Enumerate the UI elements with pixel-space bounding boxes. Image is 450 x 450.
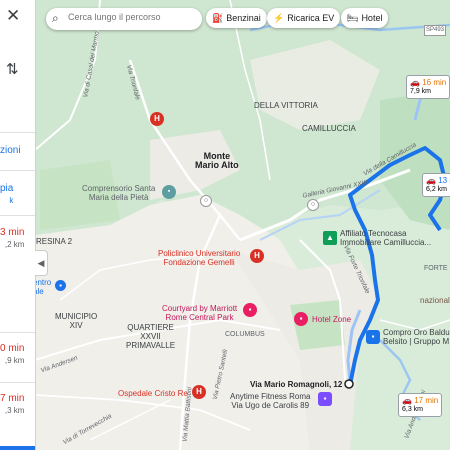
chip-benzinai[interactable]: ⛽ Benzinai xyxy=(206,8,267,28)
route-option-dist: k xyxy=(9,196,14,205)
close-icon[interactable]: ✕ xyxy=(6,6,20,26)
directions-panel: ✕ ⇅ zioni pia k 3 min ,2 km 0 min ,9 km … xyxy=(0,0,36,450)
divider xyxy=(0,132,35,133)
route-option[interactable]: 3 min ,2 km xyxy=(0,226,24,251)
car-icon: 🚗 xyxy=(410,78,420,87)
hospital-icon[interactable]: H xyxy=(192,385,206,399)
car-icon: 🚗 xyxy=(402,396,412,405)
route-option-dist: ,3 km xyxy=(4,406,25,415)
label-camilluccia: CAMILLUCCIA xyxy=(302,124,356,133)
hotel-pin-icon[interactable]: ▪ xyxy=(243,303,257,317)
hospital-icon[interactable]: H xyxy=(150,112,164,126)
label-municipio: MUNICIPIO XIV xyxy=(55,312,98,330)
shop-icon[interactable]: ▪ xyxy=(366,330,380,344)
route-option[interactable]: 0 min ,9 km xyxy=(0,342,24,367)
chip-label: Benzinai xyxy=(226,13,261,23)
transit-icon[interactable]: ○ xyxy=(200,195,212,207)
label-sp493: SP493 xyxy=(424,25,447,36)
label-forte: FORTE ITI xyxy=(424,265,450,272)
origin-marker xyxy=(344,379,354,389)
divider xyxy=(0,332,35,333)
chip-label: Ricarica EV xyxy=(287,13,335,23)
label-della-vittoria: DELLA VITTORIA xyxy=(254,101,318,110)
divider xyxy=(0,170,35,171)
realestate-icon[interactable]: ▲ xyxy=(323,231,337,245)
route-distance: 6,3 km xyxy=(402,406,424,413)
fitness-icon[interactable]: ▪ xyxy=(318,392,332,406)
search-icon: ⌕ xyxy=(52,11,59,25)
directions-link[interactable]: zioni xyxy=(0,145,21,156)
route-time-box[interactable]: 🚗 16 min 7,9 km xyxy=(406,75,450,99)
label-hotel-zone: Hotel Zone xyxy=(312,315,352,324)
label-affiliato: Affiliato Tecnocasa Immobiliare Camilluc… xyxy=(340,229,432,247)
landmark-icon[interactable]: ▪ xyxy=(162,185,176,199)
label-monte-mario: Monte Mario Alto xyxy=(195,151,239,170)
swap-icon[interactable]: ⇅ xyxy=(6,60,19,78)
label-nazionale: nazionale xyxy=(420,296,450,305)
label-ospedale: Ospedale Cristo Re xyxy=(118,389,188,398)
search-along-route[interactable]: ⌕ xyxy=(46,8,202,30)
park-icon[interactable]: ▪ xyxy=(55,280,66,291)
panel-bottom-bar xyxy=(0,446,35,450)
gas-station-icon: ⛽ xyxy=(212,13,224,23)
route-time-box[interactable]: 🚗 13 m 6,2 km xyxy=(422,173,450,197)
label-via-mario: Via Mario Romagnoli, 12 xyxy=(250,380,343,389)
label-columbus: COLUMBUS xyxy=(225,331,265,338)
transit-icon[interactable]: ○ xyxy=(307,199,319,211)
route-time: 🚗 17 min xyxy=(402,396,439,405)
route-time: 🚗 13 m xyxy=(426,176,450,185)
route-time: 🚗 16 min xyxy=(410,78,447,87)
route-distance: 7,9 km xyxy=(410,88,432,95)
hotel-pin-icon[interactable]: ▪ xyxy=(294,312,308,326)
label-policlinico: Policlinico Universitario Fondazione Gem… xyxy=(158,249,241,267)
chip-ricarica-ev[interactable]: ⚡ Ricarica EV xyxy=(267,8,341,28)
route-option[interactable]: pia k xyxy=(0,182,13,207)
label-compro-oro: Compro Oro Baldu Belsito | Gruppo M xyxy=(383,328,450,346)
hotel-icon: 🛏 xyxy=(347,13,359,23)
chip-hotel[interactable]: 🛏 Hotel xyxy=(341,8,389,28)
hospital-icon[interactable]: H xyxy=(250,249,264,263)
route-time-box[interactable]: 🚗 17 min 6,3 km xyxy=(398,393,443,417)
route-option[interactable]: 7 min ,3 km xyxy=(0,392,24,417)
ev-charger-icon: ⚡ xyxy=(273,13,285,23)
label-quartiere: QUARTIERE XXVII PRIMAVALLE xyxy=(126,323,176,350)
route-option-dist: ,9 km xyxy=(4,356,25,365)
collapse-panel-button[interactable]: ◀ xyxy=(35,250,48,276)
chip-label: Hotel xyxy=(361,13,383,23)
route-option-time: 3 min xyxy=(0,227,25,238)
car-icon: 🚗 xyxy=(426,176,436,185)
route-option-time: 0 min xyxy=(0,343,25,354)
label-anytime: Anytime Fitness Roma Via Ugo de Carolis … xyxy=(230,392,311,410)
map-canvas[interactable] xyxy=(0,0,450,450)
divider xyxy=(0,382,35,383)
label-courtyard: Courtyard by Marriott Rome Central Park xyxy=(162,304,238,322)
chevron-left-icon: ◀ xyxy=(37,258,45,268)
route-option-dist: ,2 km xyxy=(4,240,25,249)
search-input[interactable] xyxy=(66,11,200,23)
route-option-time: 7 min xyxy=(0,393,25,404)
route-option-time: pia xyxy=(0,183,14,194)
label-comprensorio: Comprensorio Santa Maria della Pietà xyxy=(82,184,156,202)
route-distance: 6,2 km xyxy=(426,186,448,193)
divider xyxy=(0,215,35,216)
label-resina: RESINA 2 xyxy=(36,237,73,246)
